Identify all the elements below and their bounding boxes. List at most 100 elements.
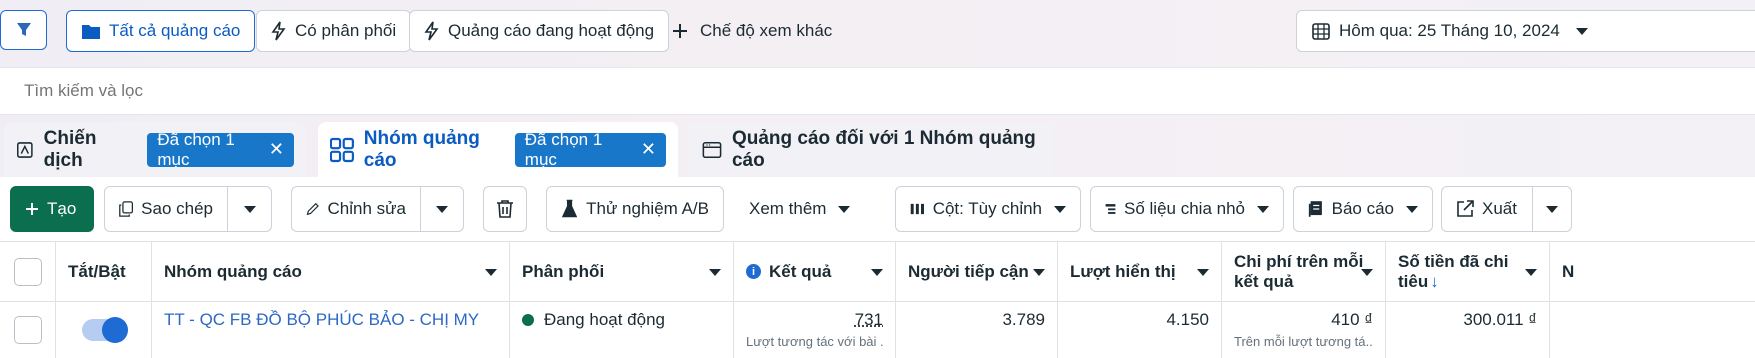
duplicate-label: Sao chép bbox=[141, 199, 213, 219]
results-value[interactable]: 731 bbox=[746, 310, 883, 330]
tab-ads[interactable]: Quảng cáo đối với 1 Nhóm quảng cáo bbox=[688, 122, 1054, 177]
reach-value: 3.789 bbox=[1002, 310, 1045, 329]
reach-header[interactable]: Người tiếp cận bbox=[896, 242, 1058, 302]
level-tabs: Chiến dịch Đã chọn 1 mục ✕ Nhóm quảng cá… bbox=[0, 122, 1755, 177]
next-column-header[interactable]: N bbox=[1550, 242, 1755, 302]
columns-button[interactable]: Cột: Tùy chỉnh bbox=[895, 186, 1081, 232]
adset-toggle[interactable] bbox=[82, 319, 126, 341]
plus-icon bbox=[25, 202, 39, 216]
export-button[interactable]: Xuất bbox=[1441, 186, 1533, 232]
breakdown-button[interactable]: Số liệu chia nhỏ bbox=[1090, 186, 1284, 232]
amount-spent-header[interactable]: Số tiền đã chi tiêu ↓ bbox=[1386, 242, 1550, 302]
other-views-button[interactable]: Chế độ xem khác bbox=[672, 10, 832, 52]
create-label: Tạo bbox=[47, 199, 76, 219]
folder-icon bbox=[81, 22, 101, 40]
columns-label: Cột: Tùy chỉnh bbox=[933, 199, 1042, 219]
flask-icon bbox=[561, 199, 578, 219]
export-label: Xuất bbox=[1482, 199, 1517, 219]
export-dropdown[interactable] bbox=[1532, 186, 1572, 232]
columns-icon bbox=[910, 201, 925, 217]
results-cell: 731 Lượt tương tác với bài ... bbox=[734, 302, 896, 358]
select-all-checkbox[interactable] bbox=[14, 258, 42, 286]
results-header-label: Kết quả bbox=[769, 262, 831, 282]
selection-chip-label: Đã chọn 1 mục bbox=[157, 130, 255, 170]
edit-label: Chỉnh sửa bbox=[328, 199, 406, 219]
filter-icon bbox=[15, 21, 33, 39]
pencil-icon bbox=[306, 200, 320, 218]
edit-dropdown[interactable] bbox=[420, 186, 464, 232]
toggle-header: Tắt/Bật bbox=[56, 242, 152, 302]
reports-button[interactable]: Báo cáo bbox=[1293, 186, 1433, 232]
chevron-down-icon bbox=[1197, 269, 1209, 276]
trash-icon bbox=[496, 199, 514, 219]
results-header[interactable]: i Kết quả bbox=[734, 242, 896, 302]
report-icon bbox=[1308, 199, 1324, 219]
adset-name-header[interactable]: Nhóm quảng cáo bbox=[152, 242, 510, 302]
chevron-down-icon bbox=[1054, 206, 1066, 213]
next-column-header-label: N bbox=[1562, 262, 1574, 282]
calendar-icon bbox=[1311, 21, 1331, 41]
has-delivery-label: Có phân phối bbox=[295, 21, 396, 41]
adsets-table: Tắt/Bật Nhóm quảng cáo Phân phối i Kết q… bbox=[0, 241, 1755, 358]
search-input[interactable] bbox=[22, 76, 926, 106]
active-ads-button[interactable]: Quảng cáo đang hoạt động bbox=[409, 10, 669, 52]
next-column-cell bbox=[1550, 302, 1755, 358]
info-icon: i bbox=[746, 264, 761, 279]
selection-chip: Đã chọn 1 mục ✕ bbox=[147, 133, 294, 167]
chevron-down-icon bbox=[838, 206, 850, 213]
row-checkbox[interactable] bbox=[14, 316, 42, 344]
create-button[interactable]: Tạo bbox=[10, 186, 94, 232]
amount-spent-header-line2: tiêu bbox=[1398, 272, 1428, 292]
action-toolbar: Tạo Sao chép Chỉnh sửa Thử nghiệm A/B Xe… bbox=[0, 177, 1755, 241]
delivery-status: Đang hoạt động bbox=[544, 310, 665, 330]
amount-spent-cell: 300.011 ₫ bbox=[1386, 302, 1550, 358]
export-icon bbox=[1456, 200, 1474, 218]
breakdown-icon bbox=[1105, 200, 1116, 218]
sort-desc-icon: ↓ bbox=[1430, 272, 1439, 292]
amount-spent-header-line1: Số tiền đã chi bbox=[1398, 252, 1509, 272]
tab-ads-label: Quảng cáo đối với 1 Nhóm quảng cáo bbox=[732, 128, 1042, 172]
adset-name-link[interactable]: TT - QC FB ĐỒ BỘ PHÚC BẢO - CHỊ MY bbox=[164, 310, 479, 329]
tab-adsets-label: Nhóm quảng cáo bbox=[364, 128, 505, 172]
impressions-header[interactable]: Lượt hiển thị bbox=[1058, 242, 1222, 302]
ab-test-label: Thử nghiệm A/B bbox=[586, 199, 709, 219]
tab-campaigns[interactable]: Chiến dịch Đã chọn 1 mục ✕ bbox=[4, 122, 306, 177]
toggle-cell bbox=[56, 302, 152, 358]
lightning-icon bbox=[271, 21, 287, 41]
date-range-picker[interactable]: Hôm qua: 25 Tháng 10, 2024 bbox=[1296, 10, 1755, 52]
ad-icon bbox=[702, 140, 722, 160]
toggle-header-label: Tắt/Bật bbox=[68, 262, 126, 282]
adset-name-cell: TT - QC FB ĐỒ BỘ PHÚC BẢO - CHỊ MY bbox=[152, 302, 510, 358]
filter-button[interactable] bbox=[0, 10, 47, 50]
ab-test-button[interactable]: Thử nghiệm A/B bbox=[546, 186, 724, 232]
grid-icon bbox=[330, 137, 354, 163]
row-select-cell bbox=[0, 302, 56, 358]
delivery-header-label: Phân phối bbox=[522, 262, 604, 282]
campaign-icon bbox=[16, 140, 34, 160]
close-icon[interactable]: ✕ bbox=[641, 139, 656, 160]
delivery-header[interactable]: Phân phối bbox=[510, 242, 734, 302]
tab-campaigns-label: Chiến dịch bbox=[44, 128, 130, 172]
all-ads-button[interactable]: Tất cả quảng cáo bbox=[66, 10, 255, 52]
close-icon[interactable]: ✕ bbox=[269, 139, 284, 160]
duplicate-button[interactable]: Sao chép bbox=[104, 186, 228, 232]
chevron-down-icon bbox=[1361, 269, 1373, 276]
chevron-down-icon bbox=[244, 206, 256, 213]
duplicate-dropdown[interactable] bbox=[227, 186, 272, 232]
impressions-value: 4.150 bbox=[1166, 310, 1209, 329]
search-bar[interactable] bbox=[0, 67, 1755, 115]
tab-adsets[interactable]: Nhóm quảng cáo Đã chọn 1 mục ✕ bbox=[318, 122, 678, 177]
cost-per-result-header[interactable]: Chi phí trên mỗi kết quả bbox=[1222, 242, 1386, 302]
chevron-down-icon bbox=[1576, 28, 1588, 35]
delivery-cell: Đang hoạt động bbox=[510, 302, 734, 358]
has-delivery-button[interactable]: Có phân phối bbox=[256, 10, 411, 52]
reports-label: Báo cáo bbox=[1332, 199, 1394, 219]
breakdown-label: Số liệu chia nhỏ bbox=[1124, 199, 1245, 219]
date-range-label: Hôm qua: 25 Tháng 10, 2024 bbox=[1339, 21, 1560, 41]
delete-button[interactable] bbox=[483, 186, 527, 232]
edit-button[interactable]: Chỉnh sửa bbox=[291, 186, 421, 232]
see-more-button[interactable]: Xem thêm bbox=[735, 186, 865, 232]
cost-per-result-value: 410 ₫ bbox=[1234, 310, 1373, 330]
selection-chip: Đã chọn 1 mục ✕ bbox=[515, 133, 666, 167]
toggle-knob bbox=[102, 317, 128, 343]
